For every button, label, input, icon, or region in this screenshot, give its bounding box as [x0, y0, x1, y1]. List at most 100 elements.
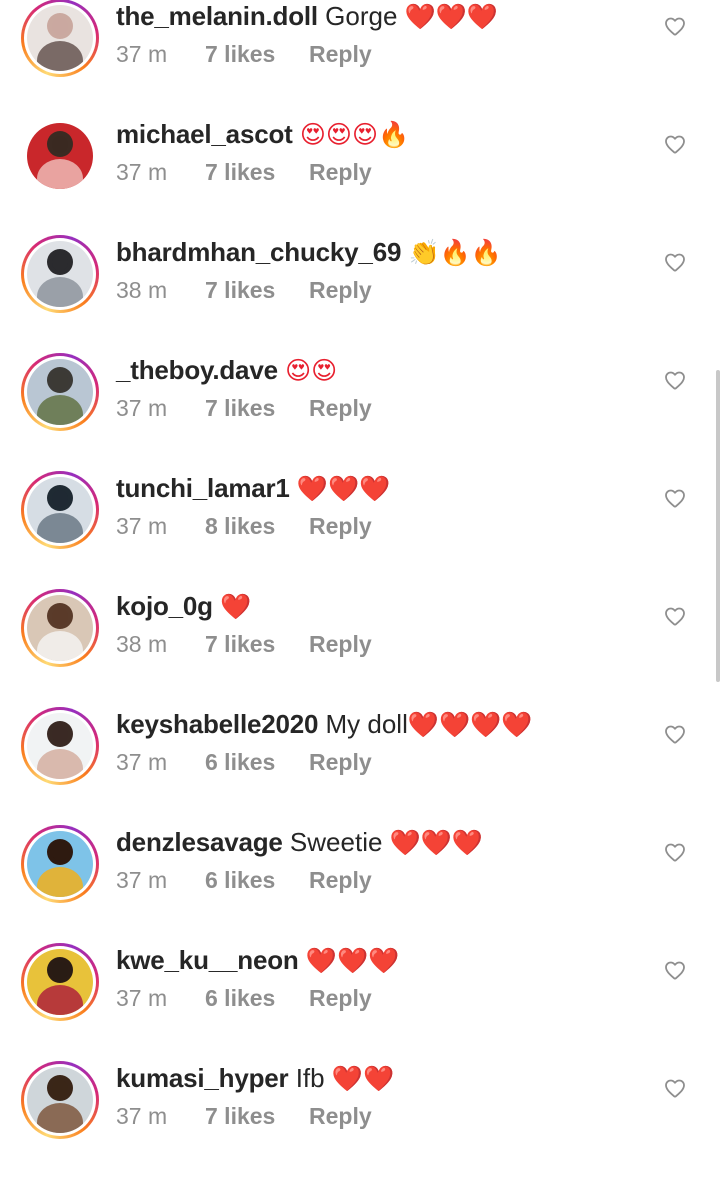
comment-meta: 37 m 8 likes Reply [116, 512, 372, 540]
comment-item: kwe_ku__neon ❤️❤️❤️ 37 m 6 likes Reply [0, 942, 720, 1060]
comment-body [278, 355, 285, 385]
heart-outline-icon[interactable] [663, 14, 687, 38]
avatar-photo [27, 831, 93, 897]
avatar-photo [27, 477, 93, 543]
comment-body [213, 591, 220, 621]
comment-emoji: 👏🔥🔥 [408, 239, 502, 267]
comment-time: 38 m [116, 277, 168, 303]
reply-button[interactable]: Reply [309, 984, 372, 1012]
reply-button[interactable]: Reply [309, 748, 372, 776]
comment-text-line: michael_ascot 😍😍😍🔥 [116, 118, 409, 150]
heart-outline-icon[interactable] [663, 250, 687, 274]
avatar[interactable] [21, 707, 99, 785]
avatar[interactable] [21, 589, 99, 667]
comment-item: _theboy.dave 😍😍 37 m 7 likes Reply [0, 352, 720, 470]
comment-likes-count[interactable]: 6 likes [205, 866, 309, 894]
avatar-photo [27, 123, 93, 189]
comment-username[interactable]: keyshabelle2020 [116, 709, 318, 739]
comment-username[interactable]: the_melanin.doll [116, 1, 318, 31]
comment-emoji: ❤️❤️❤️ [305, 947, 400, 975]
comment-time: 37 m [116, 41, 168, 67]
comment-text-line: keyshabelle2020 My doll❤️❤️❤️❤️ [116, 708, 532, 740]
comment-time: 37 m [116, 159, 168, 185]
comment-time: 37 m [116, 1103, 168, 1129]
avatar[interactable] [21, 235, 99, 313]
reply-button[interactable]: Reply [309, 630, 372, 658]
comment-time: 38 m [116, 631, 168, 657]
comment-username[interactable]: michael_ascot [116, 119, 293, 149]
comment-text-line: bhardmhan_chucky_69 👏🔥🔥 [116, 236, 502, 268]
comment-item: kumasi_hyper Ifb ❤️❤️ 37 m 7 likes Reply [0, 1060, 720, 1178]
comment-likes-count[interactable]: 8 likes [205, 512, 309, 540]
heart-outline-icon[interactable] [663, 604, 687, 628]
avatar[interactable] [21, 353, 99, 431]
avatar[interactable] [21, 471, 99, 549]
comment-body: Ifb [288, 1063, 332, 1093]
comment-meta: 37 m 7 likes Reply [116, 158, 372, 186]
reply-button[interactable]: Reply [309, 394, 372, 422]
avatar[interactable] [21, 825, 99, 903]
comment-username[interactable]: denzlesavage [116, 827, 283, 857]
comment-time: 37 m [116, 395, 168, 421]
heart-outline-icon[interactable] [663, 486, 687, 510]
avatar-photo [27, 949, 93, 1015]
comment-time: 37 m [116, 513, 168, 539]
reply-button[interactable]: Reply [309, 866, 372, 894]
comment-body: Gorge [317, 1, 405, 31]
comment-text-line: kumasi_hyper Ifb ❤️❤️ [116, 1062, 394, 1094]
avatar-photo [27, 5, 93, 71]
comment-time: 37 m [116, 749, 168, 775]
heart-outline-icon[interactable] [663, 958, 687, 982]
comment-likes-count[interactable]: 7 likes [205, 630, 309, 658]
comment-likes-count[interactable]: 7 likes [205, 40, 309, 68]
comment-meta: 37 m 7 likes Reply [116, 394, 372, 422]
comment-likes-count[interactable]: 6 likes [205, 984, 309, 1012]
comment-body: Sweetie [282, 827, 390, 857]
reply-button[interactable]: Reply [309, 512, 372, 540]
comment-username[interactable]: kwe_ku__neon [116, 945, 299, 975]
comment-text-line: the_melanin.doll Gorge ❤️❤️❤️ [116, 0, 498, 32]
reply-button[interactable]: Reply [309, 276, 372, 304]
comment-username[interactable]: _theboy.dave [116, 355, 278, 385]
avatar-photo [27, 1067, 93, 1133]
heart-outline-icon[interactable] [663, 840, 687, 864]
comment-meta: 37 m 6 likes Reply [116, 984, 372, 1012]
heart-outline-icon[interactable] [663, 132, 687, 156]
avatar[interactable] [21, 943, 99, 1021]
comment-likes-count[interactable]: 7 likes [205, 1102, 309, 1130]
reply-button[interactable]: Reply [309, 1102, 372, 1130]
comment-item: michael_ascot 😍😍😍🔥 37 m 7 likes Reply [0, 116, 720, 234]
avatar-photo [27, 713, 93, 779]
comment-username[interactable]: tunchi_lamar1 [116, 473, 290, 503]
comment-likes-count[interactable]: 6 likes [205, 748, 309, 776]
comment-username[interactable]: kumasi_hyper [116, 1063, 289, 1093]
comment-item: kojo_0g ❤️ 38 m 7 likes Reply [0, 588, 720, 706]
heart-outline-icon[interactable] [663, 722, 687, 746]
heart-outline-icon[interactable] [663, 1076, 687, 1100]
scrollbar[interactable] [716, 370, 720, 682]
comment-item: tunchi_lamar1 ❤️❤️❤️ 37 m 8 likes Reply [0, 470, 720, 588]
comment-username[interactable]: bhardmhan_chucky_69 [116, 237, 401, 267]
comment-item: keyshabelle2020 My doll❤️❤️❤️❤️ 37 m 6 li… [0, 706, 720, 824]
heart-outline-icon[interactable] [663, 368, 687, 392]
avatar-photo [27, 595, 93, 661]
comment-time: 37 m [116, 985, 168, 1011]
comment-item: bhardmhan_chucky_69 👏🔥🔥 38 m 7 likes Reply [0, 234, 720, 352]
comment-likes-count[interactable]: 7 likes [205, 394, 309, 422]
comment-text-line: kojo_0g ❤️ [116, 590, 251, 622]
comment-meta: 38 m 7 likes Reply [116, 276, 372, 304]
comment-text-line: denzlesavage Sweetie ❤️❤️❤️ [116, 826, 483, 858]
avatar[interactable] [21, 1061, 99, 1139]
comment-emoji: ❤️❤️ [331, 1065, 395, 1093]
comment-likes-count[interactable]: 7 likes [205, 276, 309, 304]
comment-body [290, 473, 297, 503]
reply-button[interactable]: Reply [309, 40, 372, 68]
avatar[interactable] [21, 0, 99, 77]
comment-username[interactable]: kojo_0g [116, 591, 213, 621]
reply-button[interactable]: Reply [309, 158, 372, 186]
avatar[interactable] [21, 117, 99, 195]
comment-likes-count[interactable]: 7 likes [205, 158, 309, 186]
comment-body: My doll [318, 709, 408, 739]
comment-body [293, 119, 300, 149]
comment-emoji: ❤️❤️❤️ [296, 475, 391, 503]
